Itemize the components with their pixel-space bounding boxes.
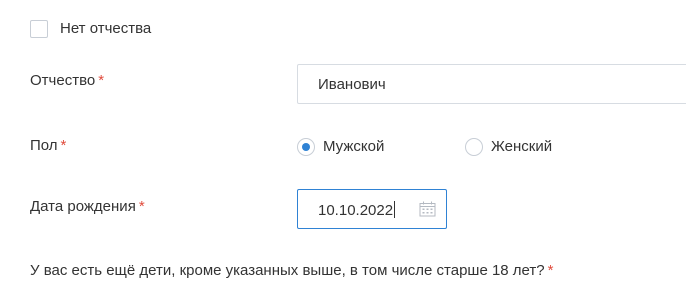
child-form: Нет отчества Отчество* Пол* Мужской Женс…: [0, 0, 686, 300]
gender-label-text: Пол: [30, 137, 58, 154]
other-children-question: У вас есть ещё дети, кроме указанных выш…: [30, 262, 553, 279]
required-mark: *: [138, 198, 145, 215]
required-mark: *: [547, 262, 554, 279]
birth-date-value: 10.10.2022: [318, 201, 396, 219]
gender-female-radio[interactable]: [465, 138, 483, 156]
gender-field-label: Пол *: [30, 137, 66, 154]
gender-female-label[interactable]: Женский: [491, 138, 552, 155]
birth-date-input[interactable]: 10.10.2022: [297, 189, 447, 229]
no-patronymic-checkbox[interactable]: [30, 20, 48, 38]
required-mark: *: [98, 72, 105, 89]
required-mark: *: [60, 137, 67, 154]
patronymic-input[interactable]: [297, 64, 686, 104]
other-children-question-text: У вас есть ещё дети, кроме указанных выш…: [30, 262, 545, 279]
gender-male-radio[interactable]: [297, 138, 315, 156]
birth-date-field-label: Дата рождения *: [30, 198, 145, 215]
patronymic-field-label: Отчество *: [30, 72, 104, 89]
calendar-icon[interactable]: [419, 201, 436, 217]
no-patronymic-label[interactable]: Нет отчества: [60, 20, 151, 37]
patronymic-label-text: Отчество: [30, 72, 96, 89]
gender-male-label[interactable]: Мужской: [323, 138, 384, 155]
birth-date-label-text: Дата рождения: [30, 198, 136, 215]
birth-date-text: 10.10.2022: [318, 202, 394, 219]
text-cursor: [394, 201, 396, 218]
